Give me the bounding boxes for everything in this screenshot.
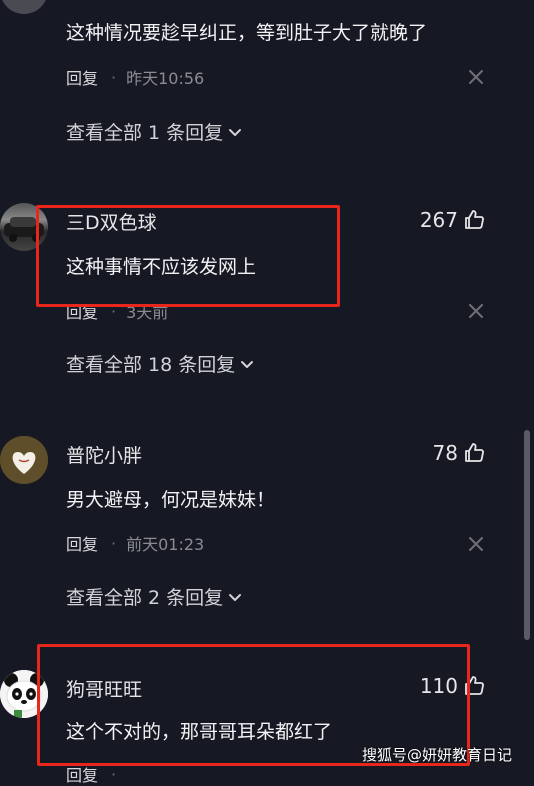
comment-time: 昨天10:56 — [126, 69, 205, 88]
avatar[interactable] — [0, 436, 48, 484]
scrollbar[interactable] — [524, 430, 530, 640]
chevron-down-icon — [229, 593, 242, 601]
separator-dot: · — [111, 67, 117, 87]
username[interactable]: 普陀小胖 — [66, 441, 142, 468]
like-button[interactable]: 267 — [420, 208, 486, 232]
reply-button[interactable]: 回复 — [66, 65, 98, 89]
expand-replies-button[interactable]: 查看全部 2 条回复 — [66, 583, 243, 610]
comment-time: 前天01:23 — [126, 535, 205, 554]
close-icon[interactable] — [465, 300, 487, 322]
comment-item: 普陀小胖 78 男大避母，何况是妹妹！ 回复 · 前天01:23 查看全部 2 … — [0, 428, 534, 618]
expand-replies-button[interactable]: 查看全部 18 条回复 — [66, 350, 255, 377]
comment-text: 男大避母，何况是妹妹！ — [66, 489, 276, 511]
separator-dot: · — [111, 533, 117, 553]
separator-dot: · — [111, 764, 117, 784]
close-icon[interactable] — [465, 533, 487, 555]
expand-replies-label: 查看全部 1 条回复 — [66, 122, 224, 144]
comment-text: 这种情况要趁早纠正，等到肚子大了就晚了 — [66, 22, 428, 44]
expand-replies-label: 查看全部 18 条回复 — [66, 354, 236, 376]
thumbs-up-icon — [465, 443, 484, 462]
comment-item: 这种情况要趁早纠正，等到肚子大了就晚了 回复 · 昨天10:56 查看全部 1 … — [0, 0, 534, 160]
expand-replies-button[interactable]: 查看全部 1 条回复 — [66, 118, 243, 145]
chevron-down-icon — [229, 128, 242, 136]
expand-replies-label: 查看全部 2 条回复 — [66, 587, 224, 609]
like-count: 267 — [419, 208, 458, 232]
close-icon[interactable] — [465, 66, 487, 88]
comment-meta: 回复 · 前天01:23 — [66, 531, 204, 555]
like-button[interactable]: 78 — [433, 441, 486, 465]
heart-avatar-image — [0, 436, 48, 484]
watermark: 搜狐号@妍妍教育日记 — [362, 746, 513, 764]
comment-meta: 回复 · 昨天10:56 — [66, 65, 204, 89]
chevron-down-icon — [241, 360, 254, 368]
reply-button[interactable]: 回复 — [66, 531, 98, 555]
thumbs-up-icon — [465, 210, 484, 229]
highlight-box — [36, 205, 340, 307]
like-count: 78 — [432, 441, 458, 465]
avatar[interactable] — [0, 0, 48, 14]
